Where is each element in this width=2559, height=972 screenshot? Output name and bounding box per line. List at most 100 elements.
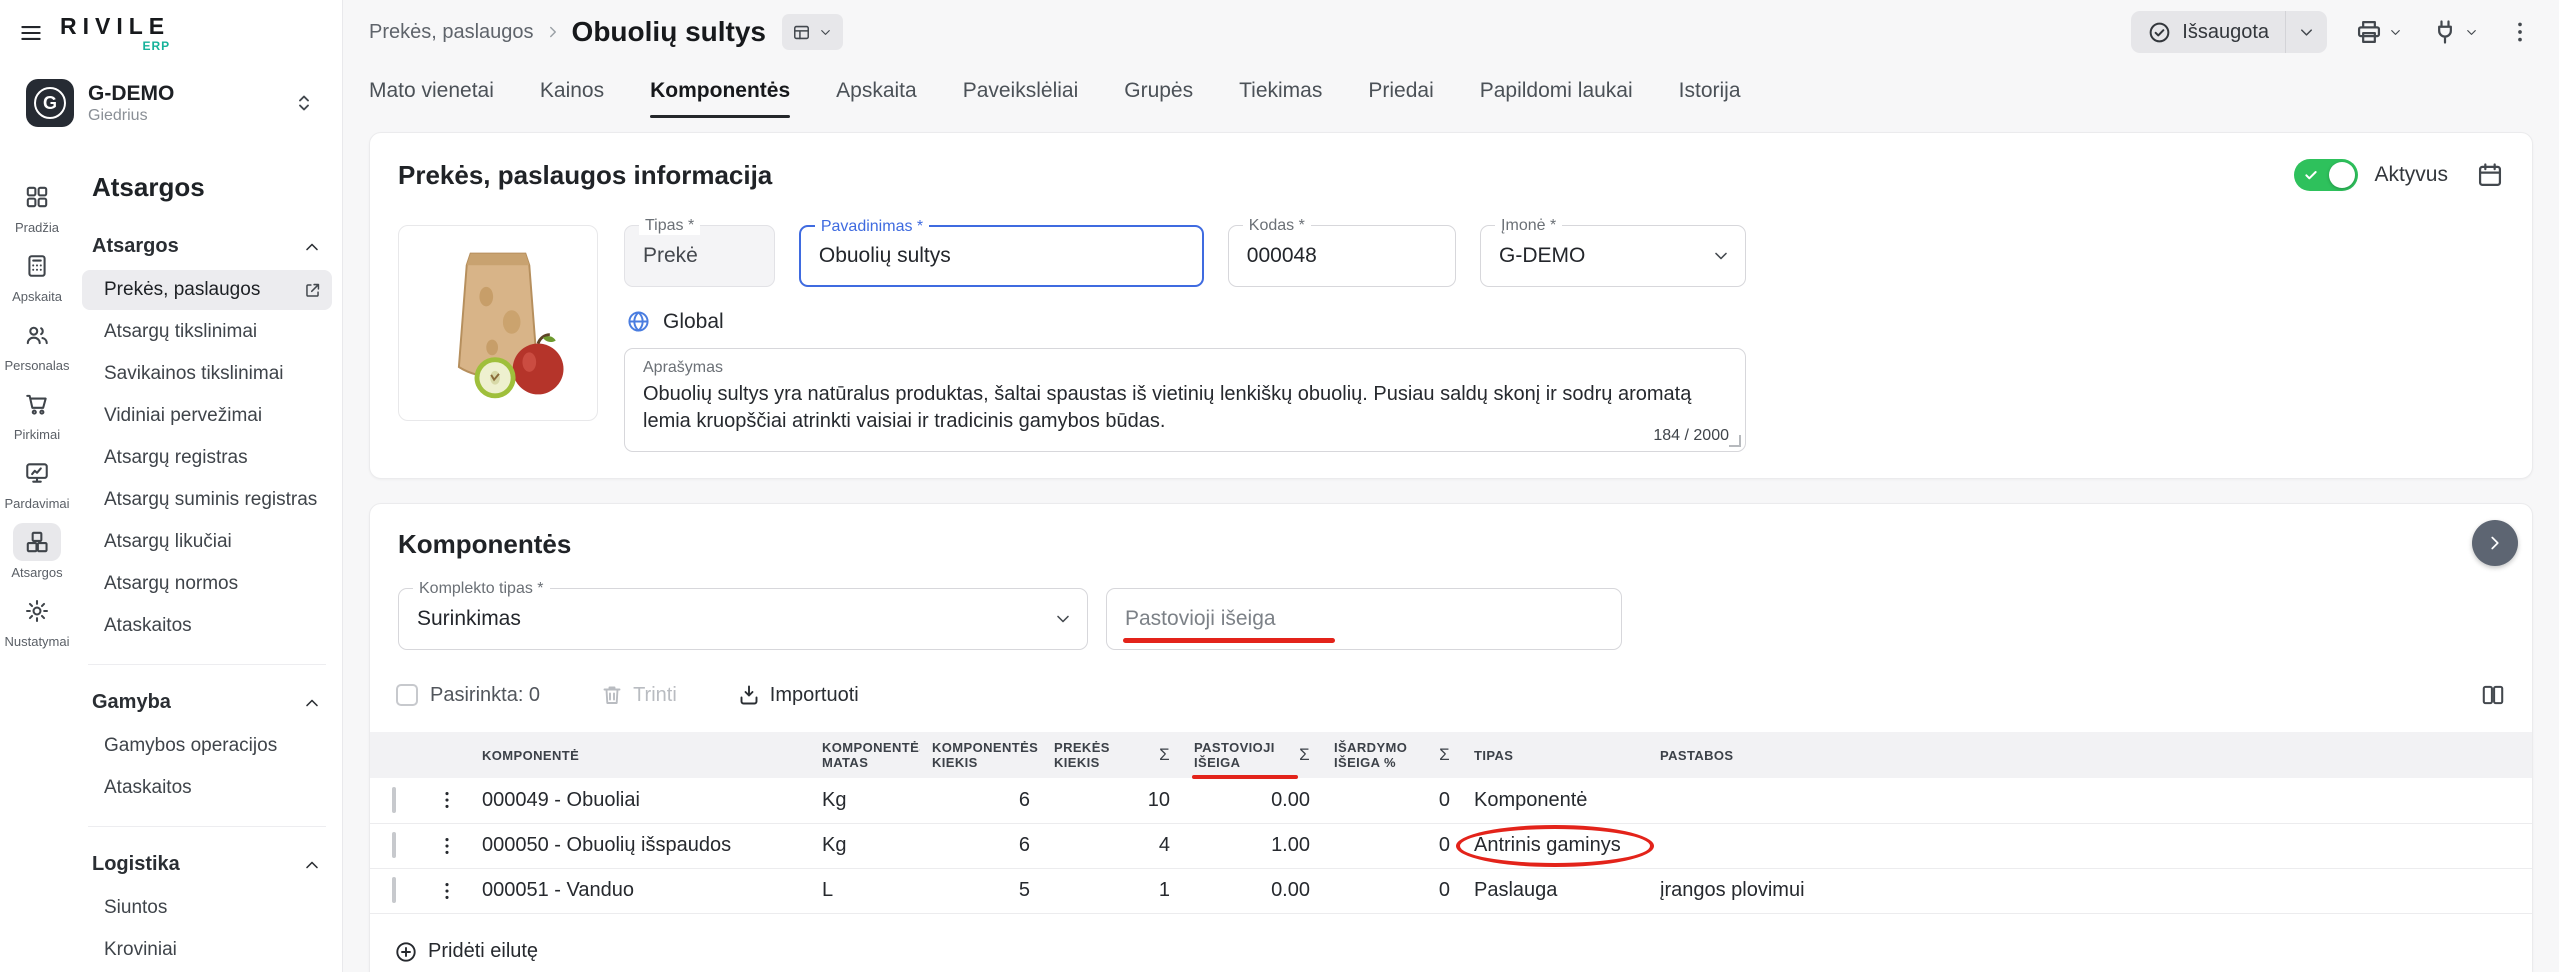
components-card: Komponentės Komplekto tipas * Surinkimas… (369, 503, 2533, 972)
sidebar-item-savikainos-tikslinimai[interactable]: Savikainos tikslinimai (82, 354, 332, 394)
rail-item-pardavimai[interactable]: Pardavimai (4, 454, 69, 511)
product-info-card: Prekės, paslaugos informacija Aktyvus (369, 132, 2533, 479)
tab-grupes[interactable]: Grupės (1124, 64, 1193, 118)
pastovioji-iseiga-field[interactable]: Pastovioji išeiga (1106, 588, 1622, 650)
rail-item-personalas[interactable]: Personalas (4, 316, 69, 373)
komplekto-tipas-select[interactable]: Komplekto tipas * Surinkimas (398, 588, 1088, 650)
tab-tiekimas[interactable]: Tiekimas (1239, 64, 1322, 118)
calendar-button[interactable] (2476, 161, 2504, 189)
table-row[interactable]: 000050 - Obuolių išspaudos Kg 6 4 1.00 0… (370, 823, 2532, 868)
sidebar: RIVILE ERP G G-DEMO Giedrius (0, 0, 343, 972)
row-checkbox[interactable] (392, 787, 396, 813)
print-button[interactable] (2355, 18, 2403, 46)
col-isardymo-iseiga[interactable]: IŠARDYMO IŠEIGA %Σ (1322, 732, 1462, 778)
pavadinimas-field[interactable]: Pavadinimas * Obuolių sultys (799, 225, 1204, 287)
save-button[interactable]: Išsaugota (2131, 11, 2285, 53)
more-options-button[interactable] (2507, 19, 2533, 45)
tab-papildomi-laukai[interactable]: Papildomi laukai (1480, 64, 1633, 118)
row-menu-icon[interactable] (436, 835, 458, 857)
breadcrumb[interactable]: Prekės, paslaugos (369, 21, 534, 44)
import-button[interactable]: Importuoti (737, 683, 859, 707)
tab-mato-vienetai[interactable]: Mato vienetai (369, 64, 494, 118)
tab-apskaita[interactable]: Apskaita (836, 64, 917, 118)
sidebar-item-atsargu-likuciai[interactable]: Atsargų likučiai (82, 522, 332, 562)
tab-paveiksleliai[interactable]: Paveikslėliai (963, 64, 1079, 118)
table-row[interactable]: 000051 - Vanduo L 5 1 0.00 0 Paslauga įr… (370, 868, 2532, 913)
delete-button[interactable]: Trinti (600, 683, 677, 707)
cell-kiekis: 6 (920, 823, 1042, 868)
workspace-selector[interactable]: G G-DEMO Giedrius (14, 68, 328, 138)
sidebar-group-gamyba[interactable]: Gamyba (82, 683, 332, 722)
rail-item-apskaita[interactable]: Apskaita (12, 247, 62, 304)
tab-komponentes[interactable]: Komponentės (650, 64, 790, 118)
content: Prekės, paslaugos informacija Aktyvus (343, 118, 2559, 972)
rail-item-nustatymai[interactable]: Nustatymai (4, 592, 69, 649)
integrations-button[interactable] (2431, 18, 2479, 46)
product-image (398, 225, 598, 421)
row-menu-icon[interactable] (436, 880, 458, 902)
sidebar-item-atsargu-normos[interactable]: Atsargų normos (82, 564, 332, 604)
sidebar-item-kroviniai[interactable]: Kroviniai (82, 930, 332, 970)
panel-expand-button[interactable] (2472, 520, 2518, 566)
printer-icon (2355, 18, 2383, 46)
aprasymas-textarea[interactable]: Aprašymas Obuolių sultys yra natūralus p… (624, 348, 1746, 452)
sigma-icon[interactable]: Σ (1439, 745, 1450, 765)
sidebar-item-ataskaitos[interactable]: Ataskaitos (82, 606, 332, 646)
sidebar-item-atsargu-tikslinimai[interactable]: Atsargų tikslinimai (82, 312, 332, 352)
tab-priedai[interactable]: Priedai (1368, 64, 1433, 118)
menu-hamburger-icon[interactable] (18, 20, 44, 46)
row-menu-icon[interactable] (436, 789, 458, 811)
sidebar-group-logistika[interactable]: Logistika (82, 845, 332, 884)
view-switcher-button[interactable] (782, 14, 843, 50)
chevron-right-icon (2484, 532, 2506, 554)
save-status-button: Išsaugota (2131, 11, 2327, 53)
tab-istorija[interactable]: Istorija (1679, 64, 1741, 118)
sidebar-item-prekes-paslaugos[interactable]: Prekės, paslaugos (82, 270, 332, 310)
row-checkbox[interactable] (392, 877, 396, 903)
sales-chart-icon (13, 454, 61, 492)
cell-isardymo: 0 (1322, 823, 1462, 868)
save-options-button[interactable] (2285, 11, 2327, 53)
sigma-icon[interactable]: Σ (1159, 745, 1170, 765)
divider (88, 826, 326, 827)
plus-circle-icon (394, 940, 418, 964)
imone-select[interactable]: Įmonė * G-DEMO (1480, 225, 1746, 287)
col-pastabos[interactable]: PASTABOS (1648, 732, 1878, 778)
sidebar-item-gamybos-operacijos[interactable]: Gamybos operacijos (82, 726, 332, 766)
sidebar-item-siuntos[interactable]: Siuntos (82, 888, 332, 928)
sidebar-group-atsargos[interactable]: Atsargos (82, 227, 332, 266)
sidebar-item-atsargu-suminis-registras[interactable]: Atsargų suminis registras (82, 480, 332, 520)
active-toggle[interactable] (2294, 159, 2358, 191)
tab-kainos[interactable]: Kainos (540, 64, 604, 118)
table-row[interactable]: 000049 - Obuoliai Kg 6 10 0.00 0 Kompone… (370, 778, 2532, 823)
workspace-avatar: G (26, 79, 74, 127)
row-checkbox[interactable] (392, 832, 396, 858)
kodas-field[interactable]: Kodas * 000048 (1228, 225, 1456, 287)
gear-icon (13, 592, 61, 630)
col-komponentes-kiekis[interactable]: KOMPONENTĖS KIEKISΣ (920, 732, 1042, 778)
rail-item-atsargos[interactable]: Atsargos (11, 523, 62, 580)
brand-logo: RIVILE ERP (60, 15, 170, 52)
boxes-icon (13, 523, 61, 561)
col-prekes-kiekis[interactable]: PREKĖS KIEKISΣ (1042, 732, 1182, 778)
sigma-icon[interactable]: Σ (1299, 745, 1310, 765)
col-tipas[interactable]: TIPAS (1462, 732, 1648, 778)
calendar-icon (2476, 161, 2504, 189)
sidebar-nav: Atsargos Atsargos Prekės, paslaugos Atsa… (74, 148, 342, 972)
cell-pastabos: įrangos plovimui (1648, 868, 1878, 913)
chevron-down-icon (1711, 246, 1731, 266)
add-row-button[interactable]: Pridėti eilutę (394, 940, 2532, 964)
rail-item-pirkimai[interactable]: Pirkimai (13, 385, 61, 442)
sidebar-item-vidiniai-pervezimai[interactable]: Vidiniai pervežimai (82, 396, 332, 436)
col-komponente[interactable]: KOMPONENTĖ (470, 732, 810, 778)
chevron-down-icon (2464, 25, 2479, 40)
col-komponentes-matas[interactable]: KOMPONENTĖS MATAS (810, 732, 920, 778)
rail-item-pradzia[interactable]: Pradžia (13, 178, 61, 235)
select-all-checkbox[interactable] (396, 684, 418, 706)
column-settings-button[interactable] (2480, 682, 2506, 708)
col-pastovioji-iseiga[interactable]: PASTOVIOJI IŠEIGAΣ (1182, 732, 1322, 778)
sidebar-item-atsargu-registras[interactable]: Atsargų registras (82, 438, 332, 478)
resize-handle[interactable] (1729, 435, 1741, 447)
sidebar-item-gamyba-ataskaitos[interactable]: Ataskaitos (82, 768, 332, 808)
chevron-up-icon (302, 693, 322, 713)
